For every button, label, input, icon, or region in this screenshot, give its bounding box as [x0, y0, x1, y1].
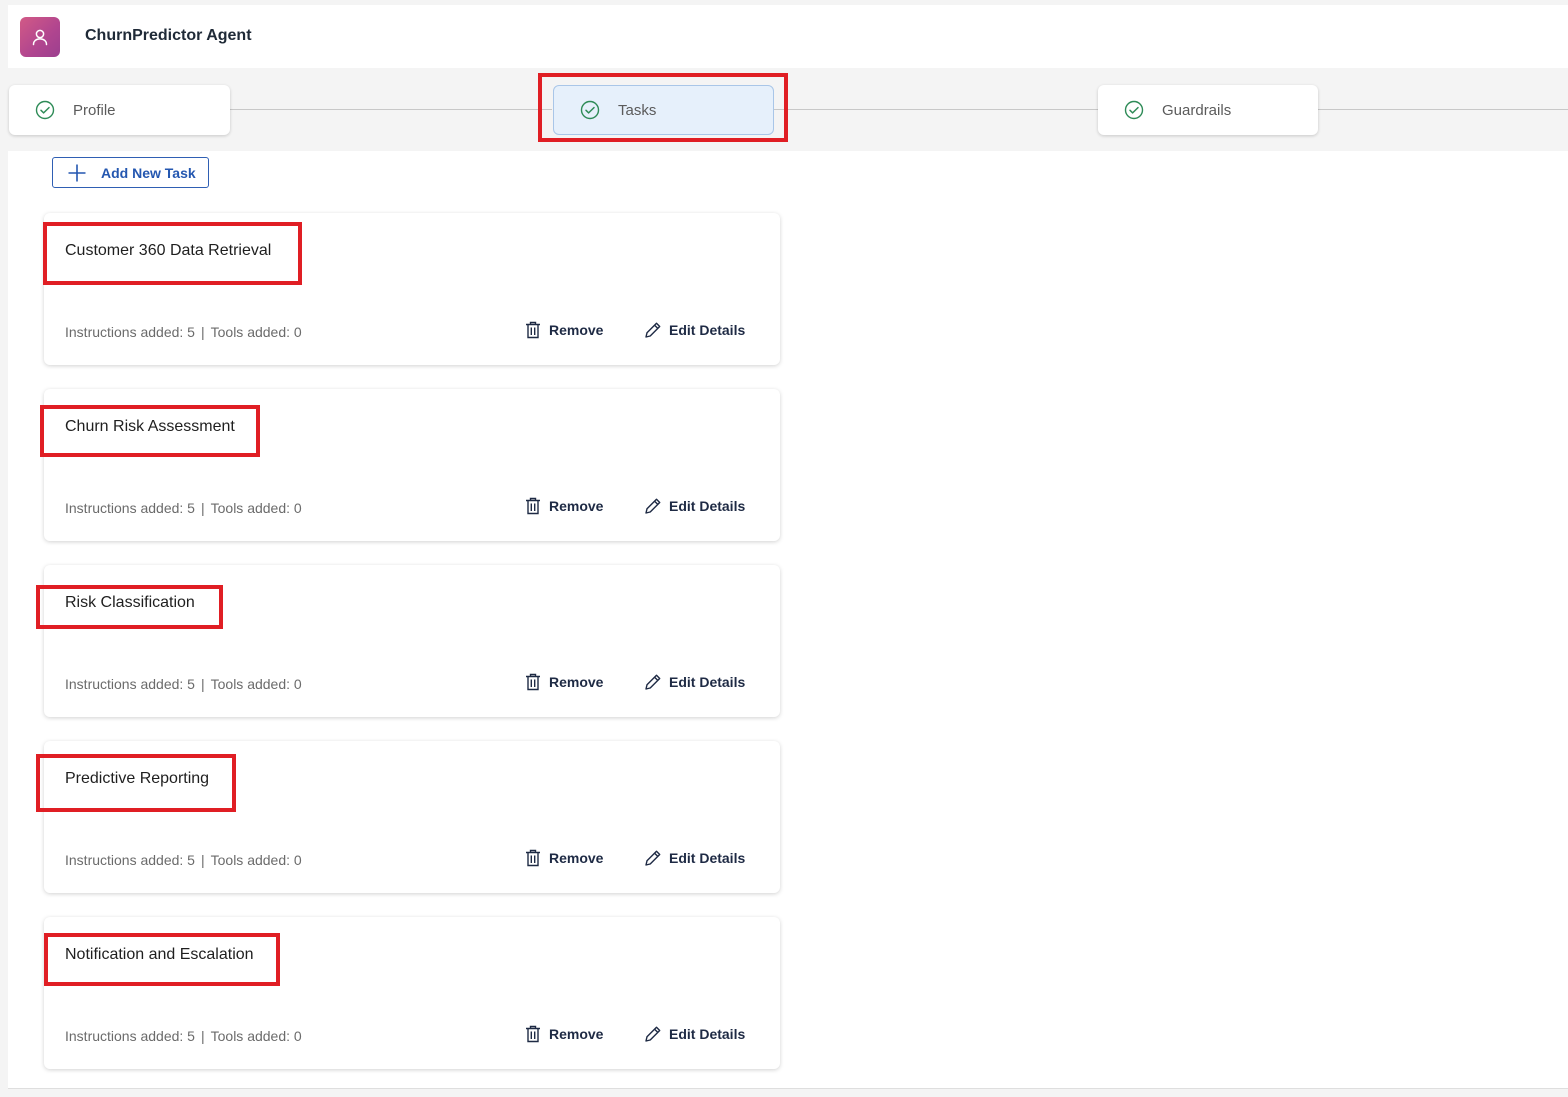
pencil-icon	[643, 496, 663, 516]
plus-icon	[67, 163, 87, 183]
trash-icon	[523, 320, 543, 340]
edit-details-button[interactable]: Edit Details	[643, 672, 745, 692]
edit-details-button[interactable]: Edit Details	[643, 848, 745, 868]
edit-details-label: Edit Details	[669, 850, 746, 866]
step-label: Profile	[73, 101, 116, 119]
trash-icon	[523, 1024, 543, 1044]
task-meta: Instructions added: 5 | Tools added: 0	[65, 1028, 302, 1044]
pencil-icon	[643, 1024, 663, 1044]
edit-details-label: Edit Details	[669, 674, 746, 690]
remove-label: Remove	[549, 498, 604, 514]
task-meta: Instructions added: 5 | Tools added: 0	[65, 676, 302, 692]
tools-count: Tools added: 0	[210, 676, 302, 692]
remove-button[interactable]: Remove	[523, 496, 603, 516]
remove-label: Remove	[549, 1026, 604, 1042]
pencil-icon	[643, 848, 663, 868]
tools-count: Tools added: 0	[210, 500, 302, 516]
step-label: Tasks	[618, 101, 657, 119]
remove-button[interactable]: Remove	[523, 672, 603, 692]
user-icon	[32, 29, 48, 46]
edit-details-button[interactable]: Edit Details	[643, 320, 745, 340]
footer-divider	[8, 1088, 1568, 1089]
tasks-panel: Add New Task Customer 360 Data Retrieval…	[8, 151, 1568, 1089]
instructions-count: Instructions added: 5	[65, 324, 195, 340]
task-card: Churn Risk Assessment Instructions added…	[44, 389, 780, 541]
task-card: Predictive Reporting Instructions added:…	[44, 741, 780, 893]
remove-label: Remove	[549, 674, 604, 690]
app-header: ChurnPredictor Agent	[8, 5, 1568, 68]
trash-icon	[523, 672, 543, 692]
task-title: Churn Risk Assessment	[65, 418, 235, 435]
remove-button[interactable]: Remove	[523, 1024, 603, 1044]
check-circle-icon	[35, 100, 55, 120]
task-card: Risk Classification Instructions added: …	[44, 565, 780, 717]
task-card: Customer 360 Data Retrieval Instructions…	[44, 213, 780, 365]
app-title: ChurnPredictor Agent	[85, 27, 252, 44]
task-title: Customer 360 Data Retrieval	[65, 242, 272, 259]
trash-icon	[523, 496, 543, 516]
instructions-count: Instructions added: 5	[65, 852, 195, 868]
agent-avatar	[20, 17, 60, 57]
instructions-count: Instructions added: 5	[65, 1028, 195, 1044]
instructions-count: Instructions added: 5	[65, 500, 195, 516]
task-card: Notification and Escalation Instructions…	[44, 917, 780, 1069]
remove-button[interactable]: Remove	[523, 848, 603, 868]
tools-count: Tools added: 0	[210, 1028, 302, 1044]
step-profile[interactable]: Profile	[9, 85, 230, 135]
add-new-task-button[interactable]: Add New Task	[52, 157, 209, 188]
add-new-task-label: Add New Task	[101, 164, 196, 181]
trash-icon	[523, 848, 543, 868]
tools-count: Tools added: 0	[210, 324, 302, 340]
tools-count: Tools added: 0	[210, 852, 302, 868]
remove-button[interactable]: Remove	[523, 320, 603, 340]
step-connector	[230, 109, 552, 110]
remove-label: Remove	[549, 850, 604, 866]
check-circle-icon	[580, 100, 600, 120]
edit-details-button[interactable]: Edit Details	[643, 1024, 745, 1044]
task-title: Notification and Escalation	[65, 946, 254, 963]
check-circle-icon	[1124, 100, 1144, 120]
edit-details-label: Edit Details	[669, 498, 746, 514]
edit-details-label: Edit Details	[669, 1026, 746, 1042]
stepper: Profile Tasks Guardrails	[0, 70, 1568, 150]
step-label: Guardrails	[1162, 101, 1232, 119]
pencil-icon	[643, 320, 663, 340]
pencil-icon	[643, 672, 663, 692]
step-guardrails[interactable]: Guardrails	[1098, 85, 1318, 135]
step-connector	[774, 109, 1098, 110]
instructions-count: Instructions added: 5	[65, 676, 195, 692]
edit-details-button[interactable]: Edit Details	[643, 496, 745, 516]
task-title: Predictive Reporting	[65, 770, 210, 787]
remove-label: Remove	[549, 322, 604, 338]
task-meta: Instructions added: 5 | Tools added: 0	[65, 500, 302, 516]
step-connector	[1318, 109, 1568, 110]
task-meta: Instructions added: 5 | Tools added: 0	[65, 852, 302, 868]
task-meta: Instructions added: 5 | Tools added: 0	[65, 324, 302, 340]
edit-details-label: Edit Details	[669, 322, 746, 338]
task-title: Risk Classification	[65, 594, 195, 611]
step-tasks[interactable]: Tasks	[553, 85, 774, 135]
